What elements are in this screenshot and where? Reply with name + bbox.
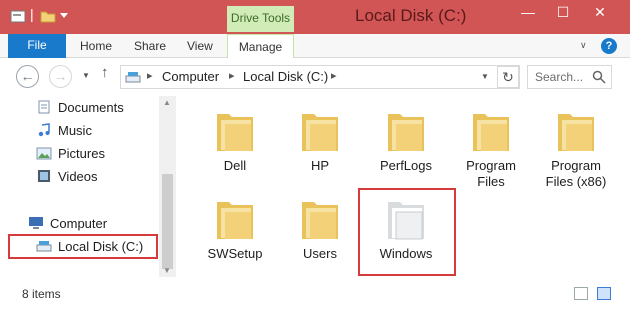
computer-icon (29, 217, 43, 229)
nav-item-label: Music (58, 123, 92, 138)
new-folder-icon[interactable] (40, 9, 56, 23)
folder-icon (217, 202, 253, 239)
nav-item-label: Videos (58, 169, 98, 184)
nav-item-label: Documents (58, 100, 124, 115)
quick-access-dropdown-icon[interactable] (60, 13, 68, 19)
folder-swsetup[interactable]: SWSetup (191, 196, 279, 262)
folder-users[interactable]: Users (276, 196, 364, 262)
scroll-down-icon[interactable]: ▼ (163, 266, 171, 275)
folder-perflogs[interactable]: PerfLogs (362, 108, 450, 174)
close-icon[interactable]: ✕ (589, 4, 611, 21)
search-placeholder: Search... (535, 70, 584, 84)
nav-item-music[interactable]: Music (36, 123, 92, 138)
scroll-up-icon[interactable]: ▲ (163, 98, 171, 107)
nav-item-documents[interactable]: Documents (36, 100, 124, 115)
folder-icon (302, 202, 338, 239)
address-dropdown-icon[interactable]: ▼ (481, 72, 489, 81)
ribbon-tabs: File Home Share View Manage ∨ ? (0, 34, 630, 59)
search-icon[interactable] (592, 70, 606, 84)
folder-program-files-x86[interactable]: Program Files (x86) (532, 108, 620, 190)
folder-icon (558, 114, 594, 151)
forward-icon[interactable]: → (49, 65, 72, 88)
up-icon[interactable]: ↑ (101, 64, 109, 81)
large-icons-view-icon[interactable] (597, 287, 611, 300)
breadcrumb-computer[interactable]: Computer (162, 69, 219, 84)
folder-label: PerfLogs (379, 158, 433, 173)
recent-locations-icon[interactable]: ▼ (82, 71, 90, 80)
title-bar: | Drive Tools Local Disk (C:) — ☐ ✕ (0, 0, 630, 34)
window-title: Local Disk (C:) (355, 6, 467, 25)
folder-label: SWSetup (207, 246, 263, 261)
nav-item-label: Pictures (58, 146, 105, 161)
videos-icon (38, 170, 50, 182)
drive-icon (125, 72, 141, 83)
folder-label: Users (303, 246, 337, 261)
status-bar: 8 items (0, 277, 630, 313)
folder-hp[interactable]: HP (276, 108, 364, 174)
separator: | (30, 6, 34, 22)
folder-label: Program Files (x86) (545, 158, 607, 189)
tab-manage[interactable]: Manage (227, 34, 294, 59)
folder-label: Program Files (466, 158, 516, 189)
explorer-properties-icon[interactable] (10, 9, 26, 23)
refresh-icon[interactable]: ↻ (497, 66, 519, 88)
tab-home[interactable]: Home (80, 39, 112, 53)
folder-program-files[interactable]: Program Files (447, 108, 535, 190)
nav-item-videos[interactable]: Videos (36, 169, 98, 184)
documents-icon (38, 100, 50, 114)
expand-ribbon-icon[interactable]: ∨ (580, 40, 587, 51)
highlight-local-disk (8, 234, 158, 259)
folder-label: Dell (223, 158, 247, 173)
maximize-icon[interactable]: ☐ (552, 4, 574, 21)
highlight-windows-folder (358, 188, 456, 276)
help-icon[interactable]: ? (601, 38, 617, 54)
folder-label: HP (310, 158, 330, 173)
music-icon (38, 123, 50, 137)
breadcrumb-separator[interactable]: ▸ (229, 69, 235, 82)
folder-icon (217, 114, 253, 151)
folder-icon (302, 114, 338, 151)
search-input[interactable]: Search... (527, 65, 612, 89)
folder-icon (388, 114, 424, 151)
details-view-icon[interactable] (574, 287, 588, 300)
tab-share[interactable]: Share (134, 39, 166, 53)
tab-file[interactable]: File (8, 34, 66, 58)
pictures-icon (36, 147, 52, 160)
navigation-bar: ← → ▼ ↑ ▸ Computer ▸ Local Disk (C:) ▸ ▼… (0, 58, 630, 96)
nav-item-label: Computer (50, 216, 108, 231)
nav-pane-scrollbar[interactable]: ▲ ▼ (159, 96, 176, 277)
back-icon[interactable]: ← (16, 65, 39, 88)
folder-dell[interactable]: Dell (191, 108, 279, 174)
breadcrumb-separator[interactable]: ▸ (331, 69, 337, 82)
tab-view[interactable]: View (187, 39, 213, 53)
nav-item-computer[interactable]: Computer (28, 216, 107, 231)
nav-item-pictures[interactable]: Pictures (36, 146, 105, 161)
drive-tools-context-label: Drive Tools (227, 6, 294, 32)
minimize-icon[interactable]: — (517, 4, 539, 20)
breadcrumb-local-disk[interactable]: Local Disk (C:) (243, 69, 328, 84)
folder-icon (473, 114, 509, 151)
breadcrumb-separator[interactable]: ▸ (147, 69, 153, 82)
item-count: 8 items (22, 287, 61, 301)
scrollbar-thumb[interactable] (162, 174, 173, 269)
address-bar[interactable]: ▸ Computer ▸ Local Disk (C:) ▸ ▼ (120, 65, 520, 89)
